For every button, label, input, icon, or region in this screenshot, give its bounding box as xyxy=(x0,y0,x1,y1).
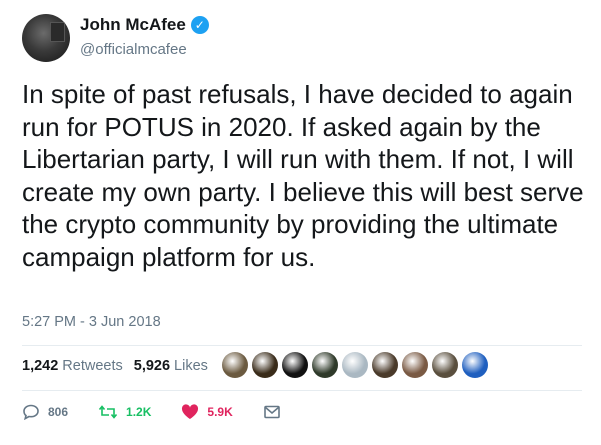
liker-avatar[interactable] xyxy=(342,352,368,378)
divider-top xyxy=(22,345,582,346)
liker-avatar[interactable] xyxy=(282,352,308,378)
liker-avatars xyxy=(222,352,492,378)
avatar-sign xyxy=(50,22,65,42)
like-count: 5.9K xyxy=(207,405,233,419)
likes-stat[interactable]: 5,926 Likes xyxy=(134,358,219,374)
liker-avatar[interactable] xyxy=(372,352,398,378)
reply-count: 806 xyxy=(48,405,69,419)
display-name[interactable]: John McAfee xyxy=(80,15,186,35)
liker-avatar[interactable] xyxy=(252,352,278,378)
retweet-count: 1.2K xyxy=(126,405,152,419)
liker-avatar[interactable] xyxy=(222,352,248,378)
retweets-stat[interactable]: 1,242 Retweets xyxy=(22,358,134,374)
timestamp[interactable]: 5:27 PM - 3 Jun 2018 xyxy=(22,314,161,330)
heart-icon xyxy=(182,404,199,419)
retweet-icon xyxy=(98,405,118,419)
handle[interactable]: @officialmcafee xyxy=(80,41,187,58)
author-name-row: John McAfee ✓ xyxy=(80,15,209,35)
reply-icon xyxy=(23,404,39,420)
message-icon xyxy=(263,405,280,419)
verified-icon: ✓ xyxy=(190,16,209,34)
message-button[interactable] xyxy=(263,404,281,420)
liker-avatar[interactable] xyxy=(462,352,488,378)
avatar[interactable] xyxy=(22,14,70,62)
divider-bottom xyxy=(22,390,582,391)
like-button[interactable]: 5.9K xyxy=(181,404,233,420)
likes-count: 5,926 xyxy=(133,358,171,374)
retweet-button[interactable]: 1.2K xyxy=(98,404,151,420)
liker-avatar[interactable] xyxy=(402,352,428,378)
retweets-label: Retweets xyxy=(62,358,123,374)
likes-label: Likes xyxy=(174,358,208,374)
liker-avatar[interactable] xyxy=(312,352,338,378)
reply-button[interactable]: 806 xyxy=(22,404,68,420)
engagement-stats: 1,242 Retweets 5,926 Likes xyxy=(22,358,219,374)
tweet-text: In spite of past refusals, I have decide… xyxy=(22,79,584,272)
retweets-count: 1,242 xyxy=(22,358,59,374)
action-bar: 806 1.2K 5.9K xyxy=(22,404,311,420)
liker-avatar[interactable] xyxy=(432,352,458,378)
